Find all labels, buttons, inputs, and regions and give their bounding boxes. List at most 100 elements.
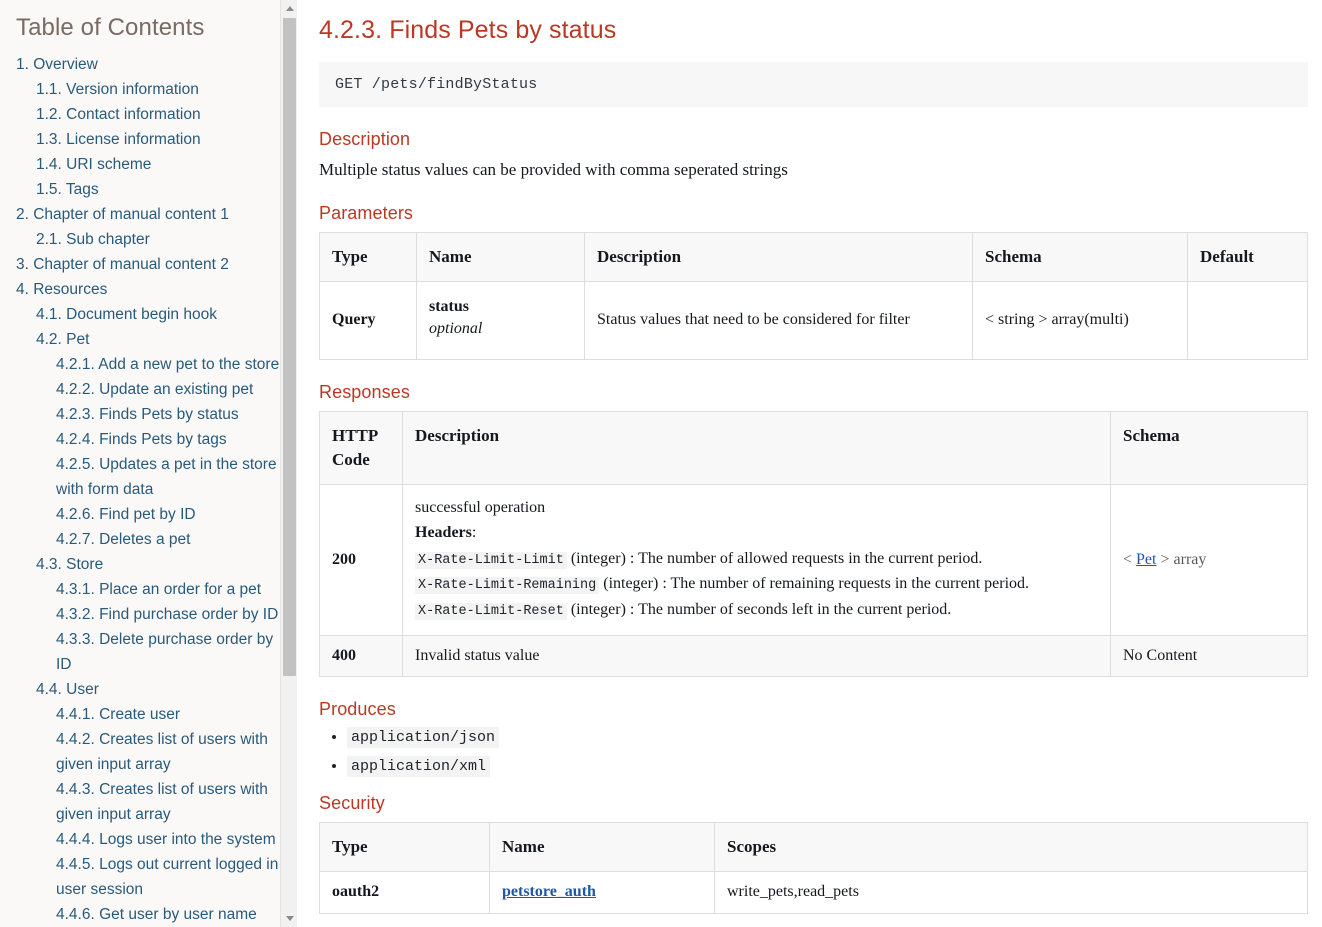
toc-item[interactable]: 4.4.3. Creates list of users with given … [16, 777, 287, 827]
petstore-auth-link[interactable]: petstore_auth [502, 883, 596, 900]
resp-code-400: 400 [319, 634, 403, 678]
description-heading: Description [319, 129, 411, 149]
produces-xml: application/xml [347, 756, 491, 778]
toc-item[interactable]: 2.1. Sub chapter [16, 227, 287, 252]
table-row: 400 Invalid status value No Content [319, 634, 1308, 678]
toc-item[interactable]: 4.2.2. Update an existing pet [16, 377, 287, 402]
sidebar-scrollbar[interactable] [280, 0, 297, 927]
param-type: Query [319, 280, 417, 361]
toc-item[interactable]: 4.3.2. Find purchase order by ID [16, 602, 287, 627]
toc-item[interactable]: 4.4.6. Get user by user name [16, 902, 287, 927]
page-title: 4.2.3. Finds Pets by status [319, 16, 617, 44]
toc-item[interactable]: 4.4. User [16, 677, 287, 702]
table-header-row: Type Name Scopes [319, 822, 1308, 873]
param-col-name: Name [416, 231, 585, 282]
param-description: Status values that need to be considered… [584, 280, 973, 361]
toc-item[interactable]: 2. Chapter of manual content 1 [16, 202, 287, 227]
toc-item[interactable]: 4.2. Pet [16, 327, 287, 352]
responses-table: HTTP Code Description Schema 200 success… [319, 411, 1308, 678]
toc-item[interactable]: 4.2.6. Find pet by ID [16, 502, 287, 527]
produces-heading: Produces [319, 699, 396, 720]
toc-item[interactable]: 4.4.5. Logs out current logged in user s… [16, 852, 287, 902]
resp-col-http-code: HTTP Code [319, 411, 403, 486]
headers-colon: : [471, 524, 477, 542]
produces-json: application/json [347, 727, 500, 749]
toc-item[interactable]: 4.2.5. Updates a pet in the store with f… [16, 452, 287, 502]
produces-list: application/json application/xml [319, 727, 1308, 778]
param-schema: < string > array(multi) [972, 280, 1188, 361]
main-content: 4.2.3. Finds Pets by status GET /pets/fi… [297, 0, 1322, 927]
sec-col-name: Name [489, 822, 715, 873]
resp-headers-label-line: Headers: [415, 520, 1098, 546]
security-heading: Security [319, 793, 385, 814]
toc-item[interactable]: 4.3.1. Place an order for a pet [16, 577, 287, 602]
resp-col-schema: Schema [1110, 411, 1308, 486]
toc-item[interactable]: 4.3.3. Delete purchase order by ID [16, 627, 287, 677]
sec-type: oauth2 [319, 871, 490, 915]
param-default [1187, 280, 1308, 361]
schema-angle-close: > array [1160, 550, 1207, 568]
toc-item[interactable]: 1.2. Contact information [16, 102, 287, 127]
param-optional-note: optional [429, 320, 483, 338]
param-col-default: Default [1187, 231, 1308, 282]
table-row: oauth2 petstore_auth write_pets,read_pet… [319, 871, 1308, 915]
toc-item[interactable]: 4.4.2. Creates list of users with given … [16, 727, 287, 777]
toc-item[interactable]: 1.1. Version information [16, 77, 287, 102]
headers-label: Headers [415, 524, 472, 542]
toc-item[interactable]: 4.2.4. Finds Pets by tags [16, 427, 287, 452]
responses-heading: Responses [319, 382, 410, 403]
toc-item[interactable]: 1. Overview [16, 52, 287, 77]
param-col-type: Type [319, 231, 417, 282]
resp-schema-400: No Content [1110, 634, 1308, 678]
description-text: Multiple status values can be provided w… [319, 160, 788, 179]
sec-col-type: Type [319, 822, 490, 873]
table-row: Query status optional Status values that… [319, 280, 1308, 361]
scroll-up-arrow-icon[interactable] [281, 0, 297, 17]
toc-item[interactable]: 1.4. URI scheme [16, 152, 287, 177]
toc-item[interactable]: 1.5. Tags [16, 177, 287, 202]
param-col-schema: Schema [972, 231, 1188, 282]
toc-item[interactable]: 4.4.4. Logs user into the system [16, 827, 287, 852]
sec-name-cell: petstore_auth [489, 871, 715, 915]
scrollbar-thumb[interactable] [283, 18, 296, 676]
sec-scopes: write_pets,read_pets [714, 871, 1308, 915]
header-desc: (integer) : The number of allowed reques… [570, 549, 983, 567]
param-name-cell: status optional [416, 280, 585, 361]
endpoint-code-block: GET /pets/findByStatus [319, 62, 1308, 107]
param-col-description: Description [584, 231, 973, 282]
pet-schema-link[interactable]: Pet [1136, 551, 1156, 568]
list-item: application/json [347, 727, 1308, 749]
header-name: X-Rate-Limit-Limit [415, 551, 567, 569]
documentation-page: Table of Contents 1. Overview 1.1. Versio… [0, 0, 1322, 927]
parameters-table: Type Name Description Schema Default Que… [319, 231, 1308, 361]
sec-col-scopes: Scopes [714, 822, 1308, 873]
table-header-row: Type Name Description Schema Default [319, 231, 1308, 282]
resp-code-200: 200 [319, 484, 403, 636]
toc-item[interactable]: 4.4.1. Create user [16, 702, 287, 727]
table-header-row: HTTP Code Description Schema [319, 411, 1308, 486]
toc-title: Table of Contents [16, 14, 205, 41]
toc-item[interactable]: 1.3. License information [16, 127, 287, 152]
resp-description-400: Invalid status value [402, 634, 1111, 678]
resp-schema-200: < Pet > array [1110, 484, 1308, 636]
header-name: X-Rate-Limit-Remaining [415, 577, 600, 595]
security-table: Type Name Scopes oauth2 petstore_auth wr… [319, 822, 1308, 915]
resp-header-item: X-Rate-Limit-Limit (integer) : The numbe… [415, 546, 1098, 572]
toc-item[interactable]: 4.2.7. Deletes a pet [16, 527, 287, 552]
scroll-down-arrow-icon[interactable] [281, 910, 297, 927]
table-of-contents-sidebar: Table of Contents 1. Overview 1.1. Versio… [0, 0, 297, 927]
list-item: application/xml [347, 756, 1308, 778]
toc-item[interactable]: 4.2.3. Finds Pets by status [16, 402, 287, 427]
toc-item[interactable]: 4.2.1. Add a new pet to the store [16, 352, 287, 377]
toc-item[interactable]: 4. Resources [16, 277, 287, 302]
header-desc: (integer) : The number of seconds left i… [570, 600, 952, 618]
resp-col-description: Description [402, 411, 1111, 486]
toc-item[interactable]: 3. Chapter of manual content 2 [16, 252, 287, 277]
toc-item[interactable]: 4.3. Store [16, 552, 287, 577]
schema-angle-open: < [1123, 550, 1133, 568]
resp-header-item: X-Rate-Limit-Reset (integer) : The numbe… [415, 597, 1098, 623]
toc-list: 1. Overview 1.1. Version information 1.2. … [16, 52, 287, 927]
toc-item[interactable]: 4.1. Document begin hook [16, 302, 287, 327]
header-desc: (integer) : The number of remaining requ… [603, 575, 1030, 593]
resp-description-200: successful operation Headers: X-Rate-Lim… [402, 484, 1111, 636]
